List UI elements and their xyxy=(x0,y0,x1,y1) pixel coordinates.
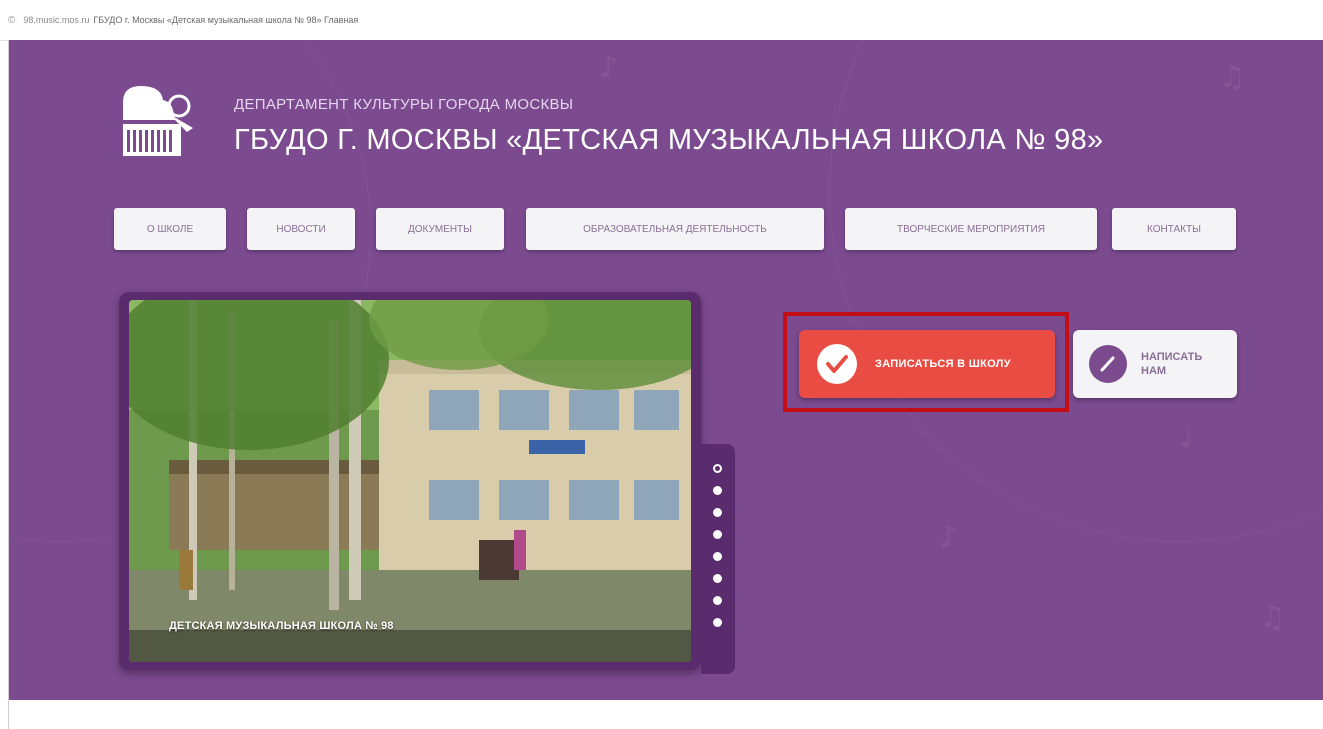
slider-dot[interactable] xyxy=(713,530,722,539)
enroll-button[interactable]: ЗАПИСАТЬСЯ В ШКОЛУ xyxy=(799,330,1055,398)
nav-item-contacts[interactable]: КОНТАКТЫ xyxy=(1112,208,1236,250)
write-us-button-label: НАПИСАТЬ НАМ xyxy=(1141,351,1203,377)
nav-item-news[interactable]: НОВОСТИ xyxy=(247,208,355,250)
nav-item-education[interactable]: ОБРАЗОВАТЕЛЬНАЯ ДЕЯТЕЛЬНОСТЬ xyxy=(526,208,824,250)
slider-pagination xyxy=(701,444,735,674)
slider-dot[interactable] xyxy=(713,486,722,495)
nav-item-events[interactable]: ТВОРЧЕСКИЕ МЕРОПРИЯТИЯ xyxy=(845,208,1097,250)
music-note-decoration: ♫ xyxy=(1259,600,1286,635)
slider-dot[interactable] xyxy=(713,596,722,605)
photo-slider: ДЕТСКАЯ МУЗЫКАЛЬНАЯ ШКОЛА № 98 xyxy=(119,292,701,670)
school-logo[interactable] xyxy=(117,80,195,180)
write-us-button[interactable]: НАПИСАТЬ НАМ xyxy=(1073,330,1237,398)
music-note-decoration: ♪ xyxy=(599,50,619,85)
background-circle-decoration xyxy=(829,40,1323,542)
page-icon: © xyxy=(8,14,16,26)
browser-page-title: ГБУДО г. Москвы «Детская музыкальная шко… xyxy=(93,15,359,25)
school-title[interactable]: ГБУДО Г. МОСКВЫ «ДЕТСКАЯ МУЗЫКАЛЬНАЯ ШКО… xyxy=(234,124,1103,157)
music-note-decoration: ♫ xyxy=(1219,60,1246,95)
browser-url[interactable]: 98.music.mos.ru xyxy=(23,15,89,25)
slider-dot[interactable] xyxy=(713,464,722,473)
department-name: ДЕПАРТАМЕНТ КУЛЬТУРЫ ГОРОДА МОСКВЫ xyxy=(234,96,574,113)
nav-item-documents[interactable]: ДОКУМЕНТЫ xyxy=(376,208,504,250)
slider-dot[interactable] xyxy=(713,618,722,627)
checkmark-icon xyxy=(817,344,857,384)
main-navigation: О ШКОЛЕ НОВОСТИ ДОКУМЕНТЫ ОБРАЗОВАТЕЛЬНА… xyxy=(9,208,1323,254)
slider-photo[interactable]: ДЕТСКАЯ МУЗЫКАЛЬНАЯ ШКОЛА № 98 xyxy=(129,300,691,662)
slider-dot[interactable] xyxy=(713,552,722,561)
school-building-photo xyxy=(129,300,691,662)
music-note-decoration: ♩ xyxy=(1179,420,1194,455)
pencil-icon xyxy=(1089,345,1127,383)
nav-item-about[interactable]: О ШКОЛЕ xyxy=(114,208,226,250)
site-header-area: ♪ ♫ ♪ ♩ ♫ ДЕПАРТАМЕНТ КУЛЬТУРЫ ГОРОДА МО… xyxy=(9,40,1323,700)
enroll-button-label: ЗАПИСАТЬСЯ В ШКОЛУ xyxy=(875,358,1011,370)
music-note-decoration: ♪ xyxy=(939,520,959,555)
slider-dot[interactable] xyxy=(713,574,722,583)
slider-dot[interactable] xyxy=(713,508,722,517)
browser-tab-bar: © 98.music.mos.ru ГБУДО г. Москвы «Детск… xyxy=(0,0,1323,41)
slide-caption: ДЕТСКАЯ МУЗЫКАЛЬНАЯ ШКОЛА № 98 xyxy=(169,620,394,632)
